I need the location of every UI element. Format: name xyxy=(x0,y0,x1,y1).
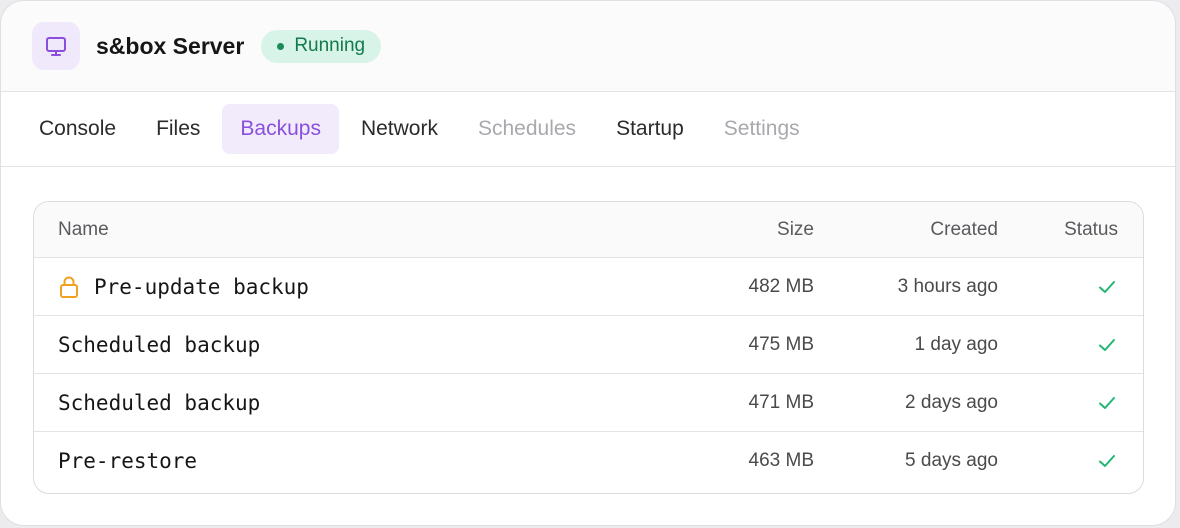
backup-created: 5 days ago xyxy=(905,450,998,471)
table-row[interactable]: Pre-restore 463 MB 5 days ago xyxy=(34,432,1143,490)
server-header: s&box Server Running xyxy=(1,1,1175,92)
check-icon xyxy=(1096,276,1118,298)
monitor-icon xyxy=(32,22,80,70)
backup-name: Scheduled backup xyxy=(58,332,261,357)
tab-backups[interactable]: Backups xyxy=(222,104,339,154)
tab-bar: Console Files Backups Network Schedules … xyxy=(1,92,1175,167)
server-panel: s&box Server Running Console Files Backu… xyxy=(0,0,1176,526)
backups-table: Name Size Created Status Pre-update back… xyxy=(33,201,1144,494)
backup-created: 1 day ago xyxy=(914,333,998,355)
tab-settings[interactable]: Settings xyxy=(706,104,818,154)
tab-schedules[interactable]: Schedules xyxy=(460,104,594,154)
tab-network[interactable]: Network xyxy=(343,104,456,154)
status-dot-icon xyxy=(277,42,285,50)
table-row[interactable]: Scheduled backup 471 MB 2 days ago xyxy=(34,374,1143,432)
tab-startup[interactable]: Startup xyxy=(598,104,702,154)
status-badge: Running xyxy=(261,29,382,63)
table-row[interactable]: Pre-update backup 482 MB 3 hours ago xyxy=(34,258,1143,316)
lock-icon xyxy=(58,275,80,299)
server-title: s&box Server xyxy=(96,32,245,59)
backup-name: Scheduled backup xyxy=(58,390,261,415)
status-label: Running xyxy=(294,35,366,56)
backup-created: 2 days ago xyxy=(905,391,998,413)
backup-name: Pre-update backup xyxy=(94,274,309,299)
column-header-name: Name xyxy=(58,218,109,240)
check-icon xyxy=(1096,450,1118,472)
table-row[interactable]: Scheduled backup 475 MB 1 day ago xyxy=(34,316,1143,374)
tab-console[interactable]: Console xyxy=(21,104,134,154)
backup-size: 471 MB xyxy=(748,391,814,413)
column-header-status: Status xyxy=(1064,218,1118,240)
check-icon xyxy=(1096,392,1118,414)
backup-name: Pre-restore xyxy=(58,449,198,473)
column-header-created: Created xyxy=(930,218,998,240)
column-header-size: Size xyxy=(777,218,814,240)
tab-files[interactable]: Files xyxy=(138,104,218,154)
backup-size: 482 MB xyxy=(748,275,814,297)
backup-created: 3 hours ago xyxy=(897,275,998,297)
backup-size: 463 MB xyxy=(748,450,814,471)
backup-size: 475 MB xyxy=(748,333,814,355)
check-icon xyxy=(1096,334,1118,356)
table-header-row: Name Size Created Status xyxy=(34,202,1143,258)
